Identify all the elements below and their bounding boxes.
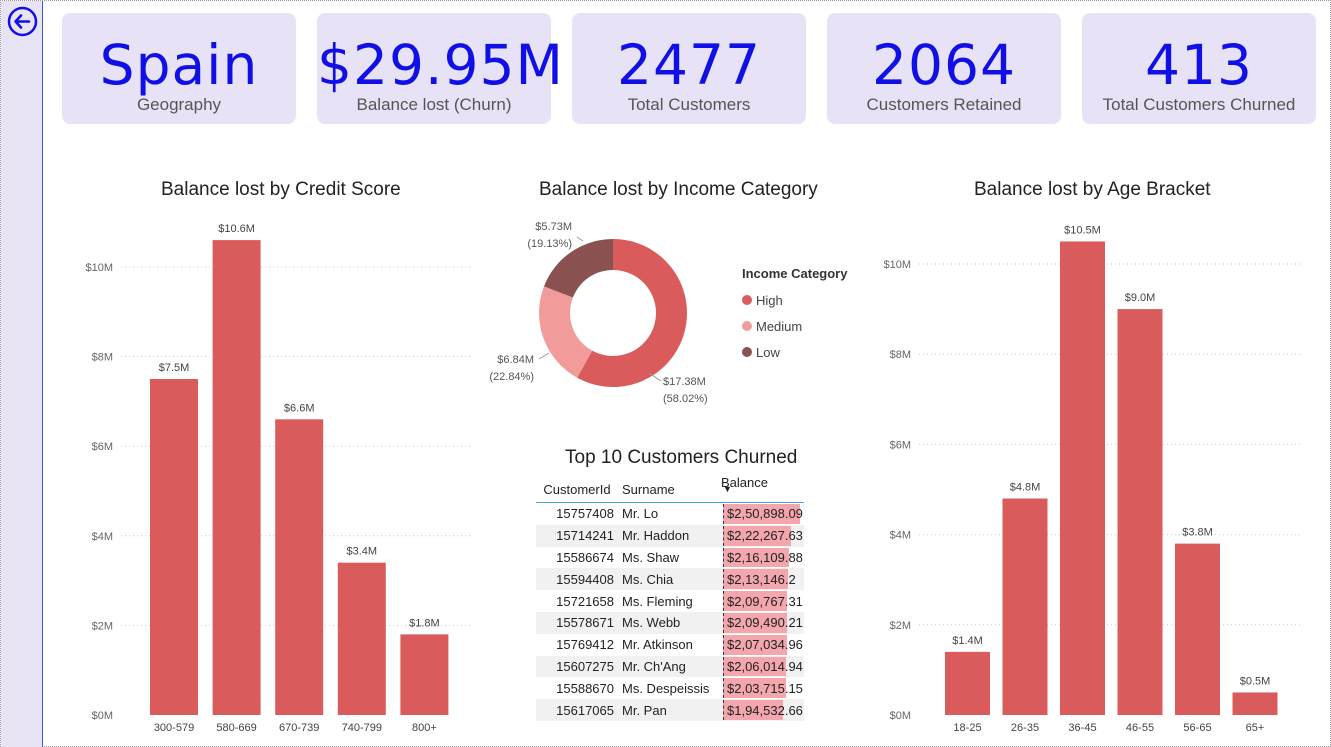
bar	[212, 240, 261, 715]
legend-item-high[interactable]: High	[742, 287, 847, 313]
bar	[150, 379, 198, 715]
column-header-balance-label: Balance	[721, 474, 768, 490]
x-tick-label: 580-669	[216, 722, 256, 734]
bar	[275, 419, 324, 715]
table-row[interactable]: 15607275 Mr. Ch'Ang $2,06,014.94	[536, 655, 804, 678]
x-tick-label: 740-799	[342, 722, 382, 734]
table-row[interactable]: 15594408 Ms. Chia $2,13,146.2	[536, 568, 804, 591]
balance-value: $2,22,267.63	[727, 528, 803, 544]
cell-customerid: 15721658	[556, 593, 614, 609]
cell-customerid: 15586674	[556, 549, 614, 565]
cell-balance: $2,07,034.96	[721, 634, 804, 656]
y-tick-label: $10M	[85, 262, 113, 274]
balance-value: $2,09,767.31	[727, 593, 803, 609]
data-label: $6.6M	[284, 402, 315, 414]
cell-balance: $2,50,898.09	[721, 503, 804, 525]
balance-value: $2,06,014.94	[727, 658, 803, 674]
table-row[interactable]: 15757408 Mr. Lo $2,50,898.09	[536, 503, 804, 525]
column-header-balance[interactable]: ▼ Balance	[721, 474, 804, 502]
bar	[337, 562, 386, 715]
table-row[interactable]: 15769412 Mr. Atkinson $2,07,034.96	[536, 634, 804, 656]
y-tick-label: $8M	[92, 352, 113, 364]
cell-surname: Ms. Webb	[622, 615, 681, 631]
cell-balance: $2,16,109.88	[721, 547, 804, 569]
table-header: CustomerId Surname ▼ Balance	[536, 474, 804, 503]
dashboard-page: Spain Geography $29.95M Balance lost (Ch…	[0, 0, 1331, 747]
cell-surname: Ms. Fleming	[622, 593, 693, 609]
legend-dot-high	[742, 295, 752, 305]
column-header-customerid[interactable]: CustomerId	[536, 482, 618, 497]
cell-balance: $1,94,532.66	[721, 699, 804, 721]
balance-value: $2,09,490.21	[727, 615, 803, 631]
legend-label: Low	[756, 344, 780, 360]
cell-customerid: 15617065	[556, 702, 614, 718]
cell-surname: Mr. Lo	[622, 506, 659, 522]
cell-balance: $2,06,014.94	[721, 656, 804, 678]
x-tick-label: 300-579	[154, 722, 194, 734]
cell-surname: Mr. Pan	[622, 702, 667, 718]
column-header-surname[interactable]: Surname	[618, 482, 721, 497]
y-tick-label: $6M	[92, 441, 113, 453]
y-tick-label: $4M	[92, 531, 113, 543]
data-label: $3.4M	[347, 546, 378, 558]
cell-surname: Ms. Shaw	[622, 549, 680, 565]
cell-balance: $2,13,146.2	[721, 568, 804, 590]
bar	[400, 634, 449, 715]
data-label: $10.6M	[218, 223, 255, 235]
balance-value: $2,16,109.88	[727, 549, 803, 565]
cell-customerid: 15757408	[556, 506, 614, 522]
x-tick-label: 670-739	[279, 722, 319, 734]
y-tick-label: $0M	[92, 710, 113, 722]
cell-balance: $2,22,267.63	[721, 525, 804, 547]
cell-customerid: 15594408	[556, 571, 614, 587]
balance-value: $2,13,146.2	[727, 571, 796, 587]
cell-balance: $2,03,715.15	[721, 677, 804, 699]
top-customers-table[interactable]: CustomerId Surname ▼ Balance 15757408 Mr.…	[536, 474, 804, 721]
cell-customerid: 15769412	[556, 637, 614, 653]
legend-title: Income Category	[742, 266, 848, 281]
table-row[interactable]: 15578671 Ms. Webb $2,09,490.21	[536, 611, 804, 634]
legend-dot-low	[742, 347, 752, 357]
legend-item-medium[interactable]: Medium	[742, 313, 847, 339]
table-row[interactable]: 15721658 Ms. Fleming $2,09,767.31	[536, 590, 804, 612]
table-row[interactable]: 15714241 Mr. Haddon $2,22,267.63	[536, 524, 804, 547]
cell-surname: Ms. Chia	[622, 571, 674, 587]
cell-customerid: 15588670	[556, 680, 614, 696]
data-label: $1.8M	[409, 617, 440, 629]
balance-value: $2,50,898.09	[727, 506, 803, 522]
cell-customerid: 15607275	[556, 658, 614, 674]
cell-customerid: 15578671	[556, 615, 614, 631]
y-tick-label: $2M	[92, 620, 113, 632]
cell-balance: $2,09,490.21	[721, 612, 804, 634]
data-label: $7.5M	[159, 362, 190, 374]
table-row[interactable]: 15586674 Ms. Shaw $2,16,109.88	[536, 547, 804, 569]
legend-item-low[interactable]: Low	[742, 339, 847, 365]
balance-value: $1,94,532.66	[727, 702, 803, 718]
income-legend: Income Category High Medium Low	[742, 266, 847, 365]
table-row[interactable]: 15617065 Mr. Pan $1,94,532.66	[536, 699, 804, 721]
cell-customerid: 15714241	[556, 528, 614, 544]
legend-label: High	[756, 292, 783, 308]
x-tick-label: 800+	[412, 722, 437, 734]
cell-surname: Mr. Atkinson	[622, 637, 693, 653]
cell-balance: $2,09,767.31	[721, 590, 804, 612]
legend-label: Medium	[756, 318, 803, 334]
table-row[interactable]: 15588670 Ms. Despeissis $2,03,715.15	[536, 677, 804, 699]
balance-value: $2,07,034.96	[727, 637, 803, 653]
table-body: 15757408 Mr. Lo $2,50,898.09 15714241 Mr. Ha…	[536, 503, 804, 721]
cell-surname: Mr. Ch'Ang	[622, 658, 686, 674]
balance-value: $2,03,715.15	[727, 680, 803, 696]
legend-dot-medium	[742, 321, 752, 331]
cell-surname: Mr. Haddon	[622, 528, 690, 544]
cell-surname: Ms. Despeissis	[622, 680, 710, 696]
